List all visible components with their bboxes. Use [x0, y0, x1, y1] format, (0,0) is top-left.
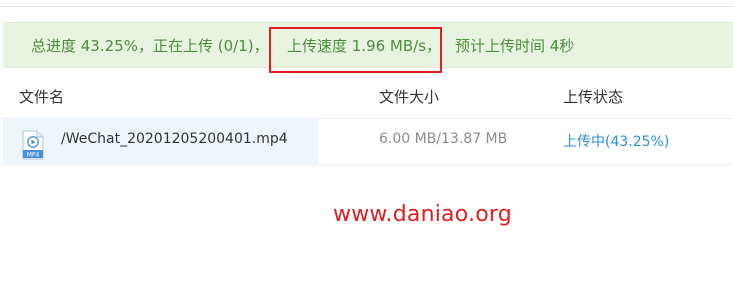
file-table-header: 文件名 文件大小 上传状态 [0, 80, 733, 114]
column-header-size: 文件大小 [379, 88, 440, 106]
file-size: 6.00 MB/13.87 MB [379, 131, 508, 147]
file-name-cell[interactable]: MP4 /WeChat_20201205200401.mp4 [3, 119, 318, 164]
column-header-status: 上传状态 [563, 88, 624, 106]
file-name: /WeChat_20201205200401.mp4 [61, 131, 288, 147]
upload-progress-banner: 总进度 43.25%，正在上传 (0/1)， 上传速度 1.96 MB/s， 预… [3, 22, 733, 68]
upload-panel: 总进度 43.25%，正在上传 (0/1)， 上传速度 1.96 MB/s， 预… [0, 0, 733, 293]
svg-text:MP4: MP4 [27, 152, 40, 159]
mp4-file-icon: MP4 [22, 130, 44, 160]
top-divider [0, 6, 733, 7]
table-row[interactable]: MP4 /WeChat_20201205200401.mp4 6.00 MB/1… [0, 118, 733, 165]
upload-speed-text: 上传速度 1.96 MB/s， [287, 37, 442, 55]
total-progress-text: 总进度 43.25%，正在上传 (0/1)， [31, 37, 269, 55]
eta-text: 预计上传时间 4秒 [455, 37, 575, 55]
watermark-text: www.daniao.org [333, 202, 512, 227]
upload-status: 上传中(43.25%) [563, 134, 670, 150]
column-header-name: 文件名 [19, 88, 65, 106]
